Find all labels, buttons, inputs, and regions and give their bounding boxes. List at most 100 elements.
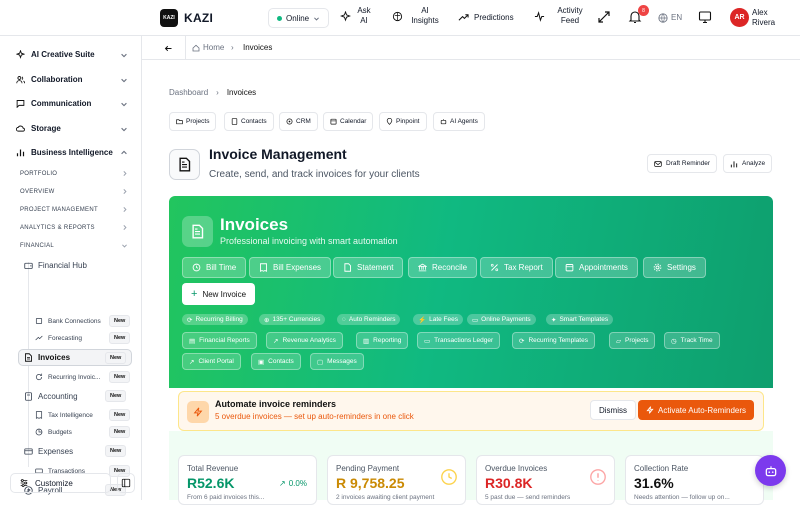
link-financial-reports[interactable]: ▤ Financial Reports [182, 332, 257, 349]
link-projects[interactable]: ▱ Projects [609, 332, 656, 349]
stat-value: R30.8K [485, 475, 533, 491]
stat-card-pending-payment: Pending Payment R 9,758.25 2 invoices aw… [327, 455, 466, 505]
back-arrow-icon[interactable] [164, 44, 173, 53]
sidebar-item-forecasting[interactable]: Forecasting [35, 334, 82, 342]
chevron-right-icon [123, 189, 127, 194]
quick-link-projects[interactable]: Projects [169, 112, 217, 131]
link-label: Revenue Analytics [282, 337, 336, 344]
sidebar-item-tax-intelligence[interactable]: Tax Intelligence [35, 411, 93, 419]
sidebar-section-overview[interactable]: OVERVIEW [20, 188, 128, 195]
stat-card-overdue-invoices: Overdue Invoices R30.8K 5 past due — sen… [476, 455, 615, 505]
sidebar-item-invoices[interactable]: Invoices [24, 353, 70, 362]
ai-assistant-fab[interactable] [755, 455, 786, 486]
action-label: Bill Time [206, 263, 237, 272]
stat-value: R52.6K [187, 475, 235, 491]
link-contacts[interactable]: ▣ Contacts [251, 353, 301, 370]
tax-report-button[interactable]: Tax Report [480, 257, 553, 278]
breadcrumb-dashboard[interactable]: Dashboard [169, 88, 208, 97]
section-label: FINANCIAL [20, 242, 55, 249]
sidebar-group-collaboration[interactable]: Collaboration [16, 75, 128, 84]
bill-expenses-button[interactable]: Bill Expenses [249, 257, 332, 278]
reconcile-button[interactable]: Reconcile [408, 257, 478, 278]
page-icon [169, 149, 200, 180]
sidebar-group-communication[interactable]: Communication [16, 99, 128, 108]
link-label: Messages [327, 358, 357, 365]
link-track-time[interactable]: ◷ Track Time [664, 332, 720, 349]
bar-chart-icon [730, 160, 738, 167]
message-square-icon [16, 100, 25, 108]
message-icon: ▢ [317, 358, 324, 366]
quick-link-ai-agents[interactable]: AI Agents [433, 112, 485, 131]
breadcrumb-home[interactable]: Home [203, 43, 224, 52]
sidebar-item-accounting[interactable]: Accounting [24, 392, 78, 401]
ask-ai-button[interactable]: Ask AI [340, 6, 372, 26]
predictions-button[interactable]: Predictions [458, 12, 514, 23]
app-logo[interactable]: KAZI KAZI [160, 9, 213, 27]
notification-badge: 8 [638, 5, 649, 16]
sidebar-section-financial[interactable]: FINANCIAL [20, 242, 128, 249]
sidebar-group-ai-creative-suite[interactable]: AI Creative Suite [16, 50, 128, 59]
quick-link-calendar[interactable]: Calendar [323, 112, 374, 131]
stat-value: R 9,758.25 [336, 475, 405, 491]
language-switcher[interactable]: EN [658, 13, 682, 23]
settings-button[interactable]: Settings [643, 257, 706, 278]
sidebar-section-analytics[interactable]: ANALYTICS & REPORTS [20, 224, 128, 231]
analyze-button[interactable]: Analyze [723, 154, 773, 173]
feature-chip-recurring-billing: ⟳ Recurring Billing [182, 314, 248, 325]
new-badge: New [109, 371, 131, 383]
link-client-portal[interactable]: ↗ Client Portal [182, 353, 241, 370]
link-messages[interactable]: ▢ Messages [310, 353, 364, 370]
ai-insights-button[interactable]: AI Insights [392, 6, 442, 26]
activate-auto-reminders-button[interactable]: Activate Auto-Reminders [638, 400, 755, 420]
sidebar-item-financial-hub[interactable]: Financial Hub [24, 261, 87, 270]
file-icon [344, 263, 351, 272]
item-label: Recurring Invoic... [48, 373, 101, 381]
avatar[interactable]: AR [730, 8, 749, 27]
new-invoice-button[interactable]: + New Invoice [182, 283, 256, 305]
link-recurring-templates[interactable]: ⟳ Recurring Templates [512, 332, 595, 349]
item-label: Financial Hub [38, 261, 87, 270]
customize-button[interactable]: Customize [10, 473, 111, 493]
activity-feed-button[interactable]: Activity Feed [534, 6, 590, 26]
sidebar-item-bank-connections[interactable]: Bank Connections [35, 317, 101, 325]
breadcrumb-separator: › [231, 43, 234, 52]
link-reporting[interactable]: ▥ Reporting [356, 332, 409, 349]
feature-chip-currencies: ⊕ 135+ Currencies [259, 314, 326, 325]
bill-time-button[interactable]: Bill Time [182, 257, 247, 278]
status-dropdown[interactable]: Online [268, 8, 330, 28]
expand-icon[interactable] [597, 10, 611, 24]
group-label: Communication [31, 99, 92, 108]
sidebar-item-recurring-invoices[interactable]: Recurring Invoic... [35, 373, 100, 381]
quick-link-pinpoint[interactable]: Pinpoint [379, 112, 427, 131]
sidebar-section-project-management[interactable]: PROJECT MANAGEMENT [20, 206, 128, 213]
user-name[interactable]: Alex Rivera [752, 8, 775, 28]
sidebar-item-budgets[interactable]: Budgets [35, 428, 72, 436]
link-transactions-ledger[interactable]: ▭ Transactions Ledger [417, 332, 501, 349]
target-icon [286, 118, 293, 125]
bar-chart-icon [16, 149, 25, 157]
stat-label: Overdue Invoices [485, 464, 548, 473]
sidebar-group-storage[interactable]: Storage [16, 124, 128, 133]
monitor-icon[interactable] [698, 10, 712, 24]
alert-circle-icon [590, 469, 606, 485]
sidebar-item-expenses[interactable]: Expenses [24, 447, 73, 456]
user-first-name: Alex [752, 8, 768, 17]
dismiss-button[interactable]: Dismiss [590, 400, 636, 420]
new-badge: New [109, 426, 131, 438]
link-revenue-analytics[interactable]: ↗ Revenue Analytics [266, 332, 343, 349]
chevron-down-icon [314, 16, 320, 21]
chevron-right-icon [123, 171, 127, 176]
trending-up-icon [458, 14, 469, 21]
appointments-button[interactable]: Appointments [555, 257, 638, 278]
brain-icon [392, 11, 403, 21]
collapse-sidebar-button[interactable] [117, 473, 135, 493]
quick-link-crm[interactable]: CRM [279, 112, 318, 131]
statement-button[interactable]: Statement [333, 257, 404, 278]
draft-reminder-button[interactable]: Draft Reminder [647, 154, 718, 173]
item-label: Expenses [38, 447, 74, 456]
quick-link-contacts[interactable]: Contacts [224, 112, 274, 131]
refresh-icon [36, 373, 43, 381]
sidebar-section-portfolio[interactable]: PORTFOLIO [20, 170, 128, 177]
draft-reminder-label: Draft Reminder [666, 160, 711, 167]
sidebar-group-business-intelligence[interactable]: Business Intelligence [16, 148, 128, 157]
